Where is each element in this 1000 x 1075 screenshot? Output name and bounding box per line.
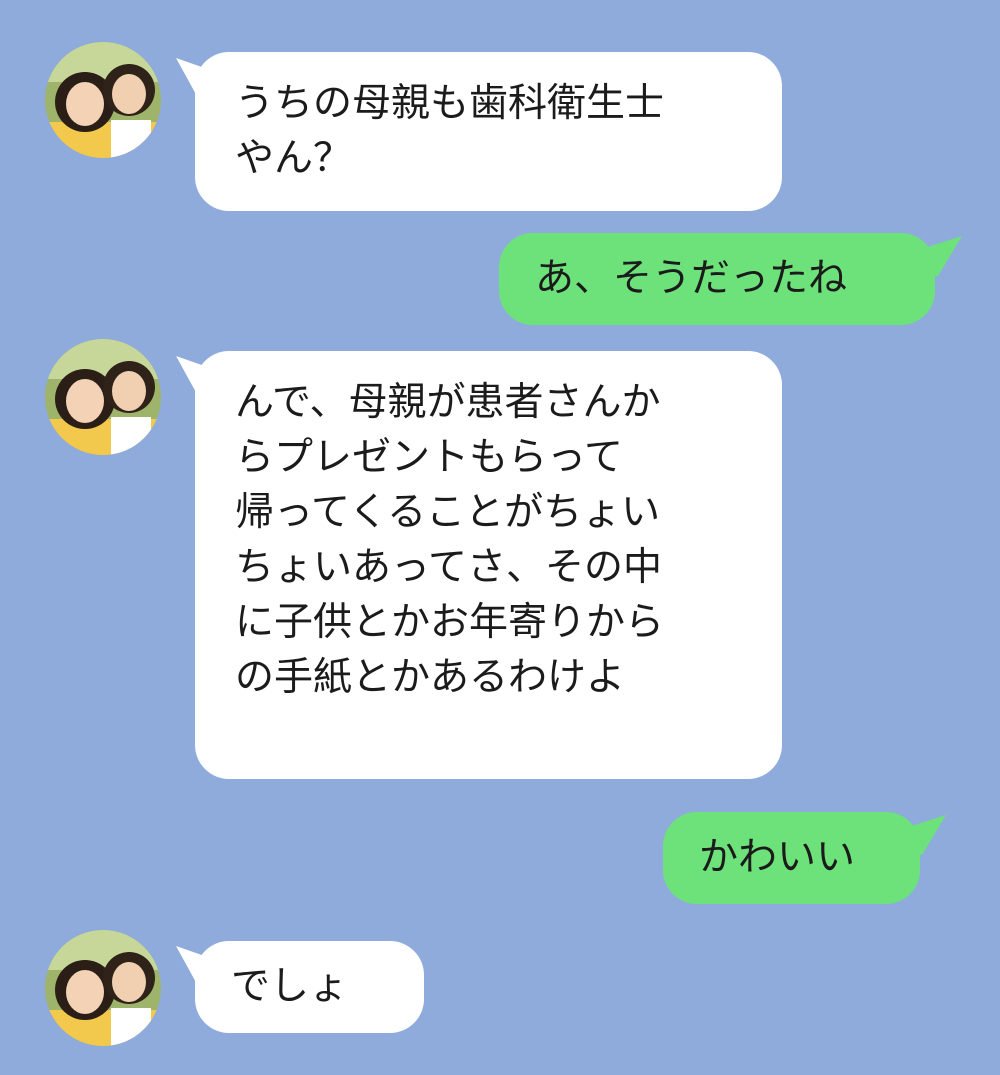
message-bubble[interactable]: あ、そうだったね: [499, 233, 935, 325]
message-bubble[interactable]: うちの母親も歯科衛生士 やん？: [195, 52, 782, 211]
avatar-photo-icon: [45, 339, 161, 455]
avatar-photo-icon: [45, 42, 161, 158]
avatar[interactable]: [45, 930, 161, 1046]
avatar[interactable]: [45, 42, 161, 158]
message-bubble[interactable]: んで、母親が患者さんか らプレゼントもらって 帰ってくることがちょい ちょいあっ…: [195, 351, 782, 779]
avatar-photo-icon: [45, 930, 161, 1046]
message-bubble[interactable]: でしょ: [195, 941, 424, 1033]
message-bubble[interactable]: かわいい: [663, 812, 920, 904]
avatar[interactable]: [45, 339, 161, 455]
